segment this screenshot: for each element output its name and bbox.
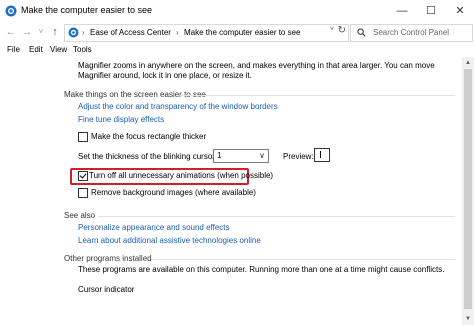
close-button[interactable]: ✕ [446,0,474,22]
animations-checkbox[interactable] [78,171,88,181]
section-heading-other-programs: Other programs installed [64,254,152,263]
menu-file[interactable]: File [7,45,20,54]
section-divider [180,95,455,96]
breadcrumb-separator: › [176,28,179,37]
address-dropdown-icon[interactable]: ˅ [330,26,334,33]
focus-rectangle-label: Make the focus rectangle thicker [91,132,207,141]
menu-view[interactable]: View [50,45,67,54]
section-divider [98,216,455,217]
link-display-effects[interactable]: Fine tune display effects [78,115,164,124]
up-button[interactable]: ↑ [48,24,62,40]
preview-label: Preview: [283,152,314,161]
cursor-thickness-select[interactable]: 1 ∨ [213,149,269,163]
background-images-label: Remove background images (where availabl… [91,188,256,197]
chevron-down-icon: ∨ [259,151,265,160]
section-divider [153,259,455,260]
menu-bar: File Edit View Tools [0,43,474,57]
menu-tools[interactable]: Tools [73,45,92,54]
magnifier-description-line1: Magnifier zooms in anywhere on the scree… [78,61,435,70]
scroll-down-icon[interactable]: ▼ [462,313,474,325]
back-button[interactable]: ← [4,24,18,40]
cursor-thickness-value: 1 [217,151,222,160]
navigation-bar: ← → ˅ ↑ › Ease of Access Center › Make t… [0,22,474,42]
control-panel-window: Make the computer easier to see — ☐ ✕ ← … [0,0,474,325]
vertical-scrollbar[interactable]: ▲ ▼ [462,57,474,325]
scroll-thumb[interactable] [464,69,472,309]
ease-of-access-icon [5,5,17,17]
recent-locations-button[interactable]: ˅ [34,24,48,40]
magnifier-description-line2: Magnifier around, lock it in one place, … [78,71,252,80]
section-heading-see-also: See also [64,211,96,220]
link-personalize[interactable]: Personalize appearance and sound effects [78,223,230,232]
animations-label: Turn off all unnecessary animations (whe… [89,171,274,180]
forward-button[interactable]: → [20,24,34,40]
link-window-borders[interactable]: Adjust the color and transparency of the… [78,102,278,111]
cursor-preview-caret [320,151,321,158]
window-title: Make the computer easier to see [21,5,153,15]
refresh-icon[interactable]: ↻ [338,25,346,36]
other-programs-description: These programs are available on this com… [78,265,445,274]
breadcrumb-separator: › [82,28,85,37]
minimize-button[interactable]: — [388,0,416,22]
control-panel-icon [68,27,79,38]
cursor-preview-box [314,148,330,162]
focus-rectangle-checkbox[interactable] [78,132,88,142]
menu-edit[interactable]: Edit [29,45,43,54]
search-icon [357,28,366,37]
title-bar: Make the computer easier to see — ☐ ✕ [0,0,474,22]
search-box[interactable]: Search Control Panel [350,24,473,42]
breadcrumb-ease-of-access[interactable]: Ease of Access Center [90,28,171,37]
link-assistive-technologies[interactable]: Learn about additional assistive technol… [78,236,261,245]
background-images-checkbox[interactable] [78,188,88,198]
breadcrumb-current-page[interactable]: Make the computer easier to see [184,28,301,37]
address-bar[interactable]: › Ease of Access Center › Make the compu… [64,24,349,42]
cursor-indicator-program[interactable]: Cursor indicator [78,285,134,294]
search-placeholder: Search Control Panel [373,28,450,37]
maximize-button[interactable]: ☐ [417,0,445,22]
cursor-thickness-label: Set the thickness of the blinking cursor… [78,152,218,161]
scroll-up-icon[interactable]: ▲ [462,57,474,69]
content-pane: Magnifier zooms in anywhere on the scree… [0,57,462,325]
